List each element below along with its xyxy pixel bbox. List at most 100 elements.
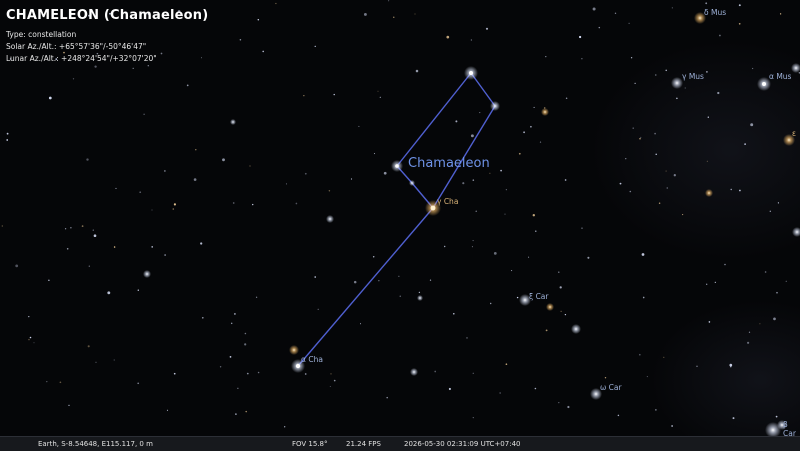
field-star xyxy=(504,213,506,215)
field-star xyxy=(489,172,491,174)
field-star xyxy=(655,153,657,156)
star-marker[interactable] xyxy=(490,101,500,111)
field-star xyxy=(453,312,455,315)
star-marker[interactable] xyxy=(409,180,415,186)
star-marker[interactable] xyxy=(546,303,554,311)
field-star xyxy=(314,45,316,48)
field-star xyxy=(255,296,258,298)
delta-mus-label[interactable]: δ Mus xyxy=(704,8,726,17)
star-marker[interactable] xyxy=(571,324,581,334)
star-core xyxy=(430,205,436,211)
location-readout[interactable]: Earth, S-8.54648, E115.117, 0 m xyxy=(38,437,153,451)
star-marker[interactable] xyxy=(143,270,151,278)
field-star xyxy=(378,280,380,282)
field-star xyxy=(528,256,530,258)
xi-car-label[interactable]: ξ Car xyxy=(529,292,548,301)
field-star xyxy=(655,74,657,76)
field-star xyxy=(418,291,421,294)
field-star xyxy=(629,190,632,193)
field-star xyxy=(372,256,375,258)
field-star xyxy=(617,414,620,417)
field-star xyxy=(654,132,656,135)
field-star xyxy=(472,416,474,419)
field-star xyxy=(193,178,197,181)
field-star xyxy=(628,22,630,25)
field-star xyxy=(68,404,70,406)
field-star xyxy=(6,139,9,141)
field-star xyxy=(95,361,97,363)
field-star xyxy=(560,310,562,312)
field-star xyxy=(470,134,474,138)
field-star xyxy=(448,387,451,391)
star-marker[interactable] xyxy=(541,108,549,116)
field-star xyxy=(350,178,353,180)
star-marker[interactable] xyxy=(289,345,299,355)
field-star xyxy=(87,345,90,348)
gamma-mus-label[interactable]: γ Mus xyxy=(682,72,704,81)
field-star xyxy=(219,366,222,368)
field-star xyxy=(739,189,741,192)
field-star xyxy=(785,280,787,282)
gamma-cha-label[interactable]: γ Cha xyxy=(437,197,458,206)
field-star xyxy=(516,296,519,299)
field-star xyxy=(748,331,751,333)
alpha-cha-label[interactable]: α Cha xyxy=(301,355,323,364)
fov-readout[interactable]: FOV 15.8° xyxy=(292,437,328,451)
field-star xyxy=(230,322,233,325)
field-star xyxy=(665,170,667,172)
field-star xyxy=(15,264,19,268)
field-star xyxy=(373,153,376,155)
star-marker[interactable] xyxy=(705,189,713,197)
field-star xyxy=(706,71,708,73)
field-star xyxy=(466,337,468,339)
field-star xyxy=(235,413,237,415)
star-marker[interactable] xyxy=(326,215,334,223)
field-star xyxy=(559,286,562,289)
field-star xyxy=(285,183,288,185)
field-star xyxy=(564,179,567,181)
field-star xyxy=(671,425,673,427)
field-star xyxy=(139,191,142,194)
field-star xyxy=(663,356,665,358)
field-star xyxy=(304,172,307,175)
status-bar: Earth, S-8.54648, E115.117, 0 m FOV 15.8… xyxy=(0,436,800,451)
field-star xyxy=(632,127,634,129)
field-star xyxy=(434,370,437,373)
field-star xyxy=(587,256,590,259)
field-star xyxy=(545,56,547,58)
field-star xyxy=(115,187,117,189)
datetime-readout[interactable]: 2026-05-30 02:31:09 UTC+07:40 xyxy=(404,437,520,451)
field-star xyxy=(329,385,331,388)
field-star xyxy=(164,254,166,256)
field-star xyxy=(59,381,62,384)
field-star xyxy=(29,336,32,339)
field-star xyxy=(671,7,673,9)
field-star xyxy=(641,253,645,256)
sky-view[interactable] xyxy=(0,0,800,450)
field-star xyxy=(151,209,153,211)
star-marker[interactable] xyxy=(417,295,423,301)
field-star xyxy=(581,227,583,229)
field-star xyxy=(706,283,708,285)
constellation-name-label[interactable]: Chamaeleon xyxy=(408,156,490,171)
field-star xyxy=(472,240,474,242)
field-star xyxy=(475,210,477,212)
field-star xyxy=(640,136,642,138)
field-star xyxy=(232,202,235,204)
epsilon-mus-label[interactable]: ε xyxy=(792,129,796,138)
field-star xyxy=(658,202,661,204)
omega-car-label[interactable]: ω Car xyxy=(600,383,622,392)
field-star xyxy=(64,228,67,230)
field-star xyxy=(70,227,72,229)
field-star xyxy=(6,132,9,135)
field-star xyxy=(388,0,390,2)
star-marker[interactable] xyxy=(410,368,418,376)
field-star xyxy=(33,342,35,344)
alpha-mus-label[interactable]: α Mus xyxy=(769,72,791,81)
star-marker[interactable] xyxy=(230,119,236,125)
field-star xyxy=(532,214,535,217)
field-star xyxy=(383,171,387,175)
field-star xyxy=(237,387,239,389)
field-star xyxy=(239,38,242,41)
field-star xyxy=(472,179,475,181)
